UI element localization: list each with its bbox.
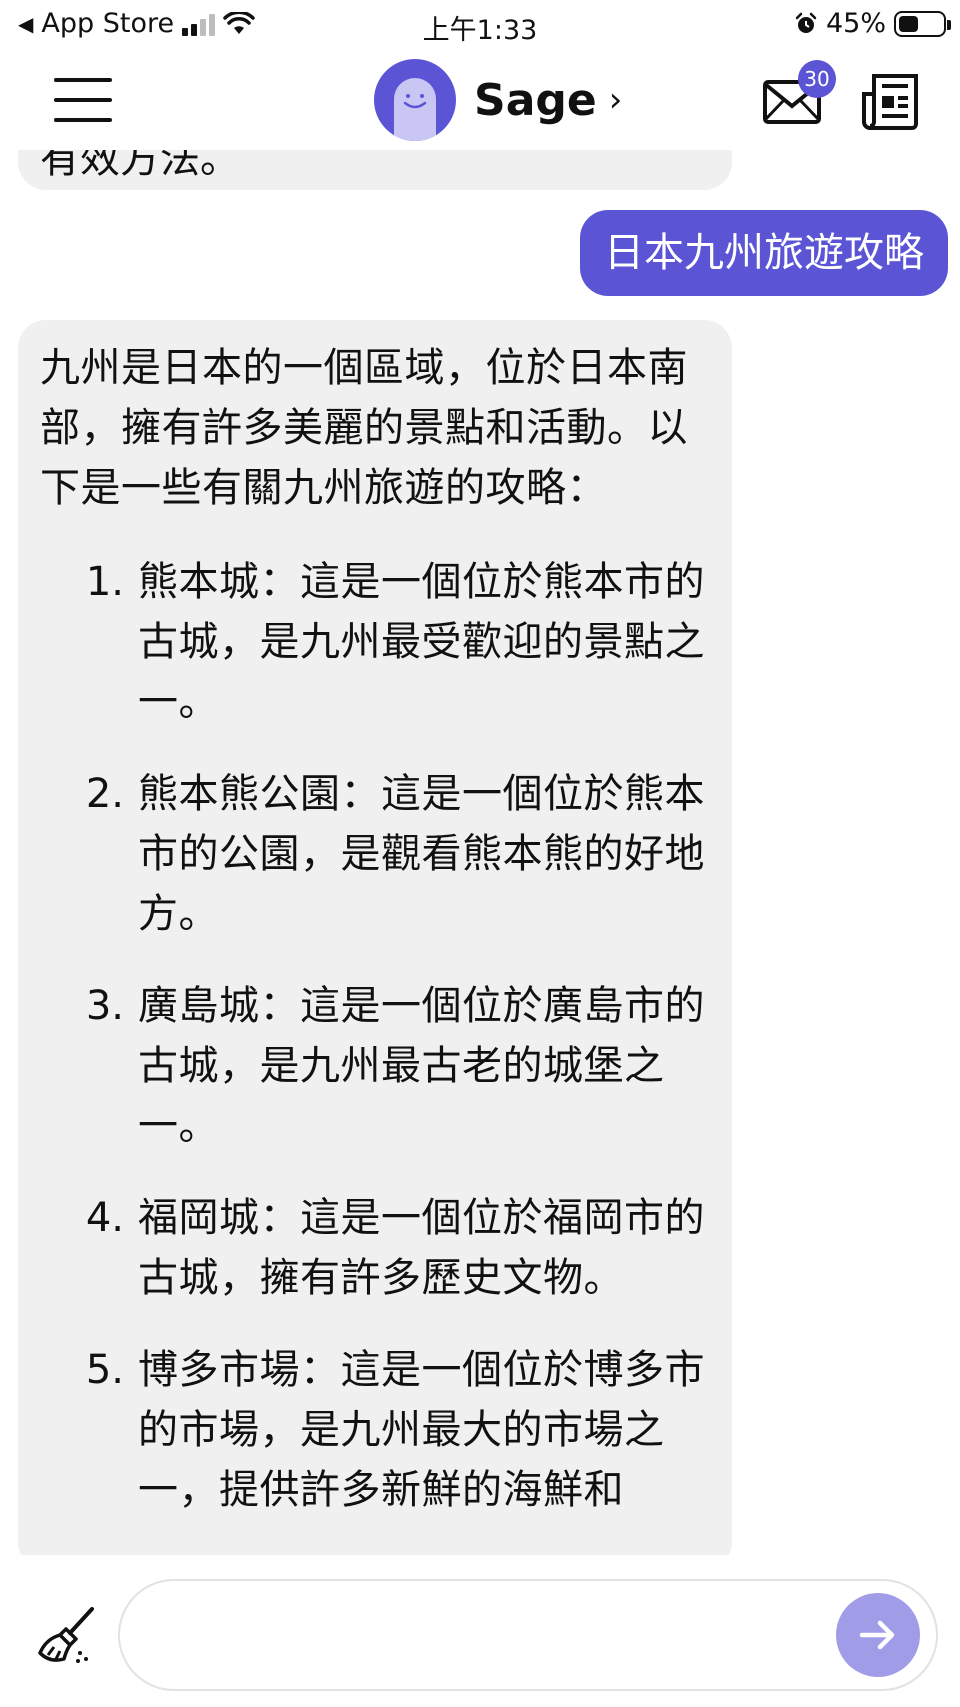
nav-bar: Sage › 30 — [0, 50, 960, 150]
bot-name: Sage — [474, 74, 597, 126]
user-message-text: 日本九州旅遊攻略 — [604, 230, 924, 276]
previous-bot-message: 有效方法。 — [18, 150, 732, 190]
list-item-text: 博多市場：這是一個位於博多市的市場，是九州最大的市場之一，提供許多新鮮的海鮮和 — [138, 1347, 705, 1513]
mail-badge: 30 — [798, 60, 836, 98]
avatar — [374, 59, 456, 141]
battery-percent: 45% — [825, 8, 886, 39]
list-number: 1. — [85, 559, 124, 605]
message-input-box[interactable] — [118, 1579, 938, 1691]
list-number: 2. — [85, 771, 124, 817]
status-right: 45% — [794, 8, 951, 39]
chat-area[interactable]: 有效方法。 日本九州旅遊攻略 九州是日本的一個區域，位於日本南部，擁有許多美麗的… — [0, 150, 960, 1555]
broom-icon[interactable] — [36, 1605, 96, 1665]
bot-title-button[interactable]: Sage › — [374, 58, 622, 142]
alarm-icon — [795, 12, 817, 33]
composer-bar — [0, 1555, 960, 1707]
list-item: 4. 福岡城：這是一個位於福岡市的古城，擁有許多歷史文物。 — [40, 1188, 712, 1308]
menu-icon[interactable] — [54, 78, 112, 122]
list-item-text: 福岡城：這是一個位於福岡市的古城，擁有許多歷史文物。 — [138, 1195, 705, 1301]
send-arrow-icon — [859, 1620, 895, 1650]
list-number: 3. — [85, 983, 124, 1029]
previous-bot-text: 有效方法。 — [40, 150, 240, 182]
bot-message-bubble[interactable]: 九州是日本的一個區域，位於日本南部，擁有許多美麗的景點和活動。以下是一些有關九州… — [18, 320, 732, 1555]
list-item-text: 廣島城：這是一個位於廣島市的古城，是九州最古老的城堡之一。 — [138, 983, 705, 1149]
status-bar: ◀ App Store 上午1:33 45% — [0, 0, 960, 50]
list-item: 3. 廣島城：這是一個位於廣島市的古城，是九州最古老的城堡之一。 — [40, 976, 712, 1156]
news-icon[interactable] — [862, 72, 920, 130]
list-item: 2. 熊本熊公園：這是一個位於熊本市的公園，是觀看熊本熊的好地方。 — [40, 764, 712, 944]
bot-intro-text: 九州是日本的一個區域，位於日本南部，擁有許多美麗的景點和活動。以下是一些有關九州… — [40, 345, 688, 511]
bot-list: 1. 熊本城：這是一個位於熊本市的古城，是九州最受歡迎的景點之一。 2. 熊本熊… — [40, 552, 712, 1520]
battery-icon — [894, 10, 951, 37]
message-input[interactable] — [156, 1611, 796, 1661]
list-number: 4. — [85, 1195, 124, 1241]
list-item: 1. 熊本城：這是一個位於熊本市的古城，是九州最受歡迎的景點之一。 — [40, 552, 712, 732]
send-button[interactable] — [836, 1593, 920, 1677]
list-item-text: 熊本城：這是一個位於熊本市的古城，是九州最受歡迎的景點之一。 — [138, 559, 705, 725]
user-message-bubble[interactable]: 日本九州旅遊攻略 — [580, 210, 948, 296]
list-item: 5. 博多市場：這是一個位於博多市的市場，是九州最大的市場之一，提供許多新鮮的海… — [40, 1340, 712, 1520]
list-number: 5. — [85, 1347, 124, 1393]
list-item-text: 熊本熊公園：這是一個位於熊本市的公園，是觀看熊本熊的好地方。 — [138, 771, 705, 937]
chevron-right-icon: › — [608, 80, 623, 120]
